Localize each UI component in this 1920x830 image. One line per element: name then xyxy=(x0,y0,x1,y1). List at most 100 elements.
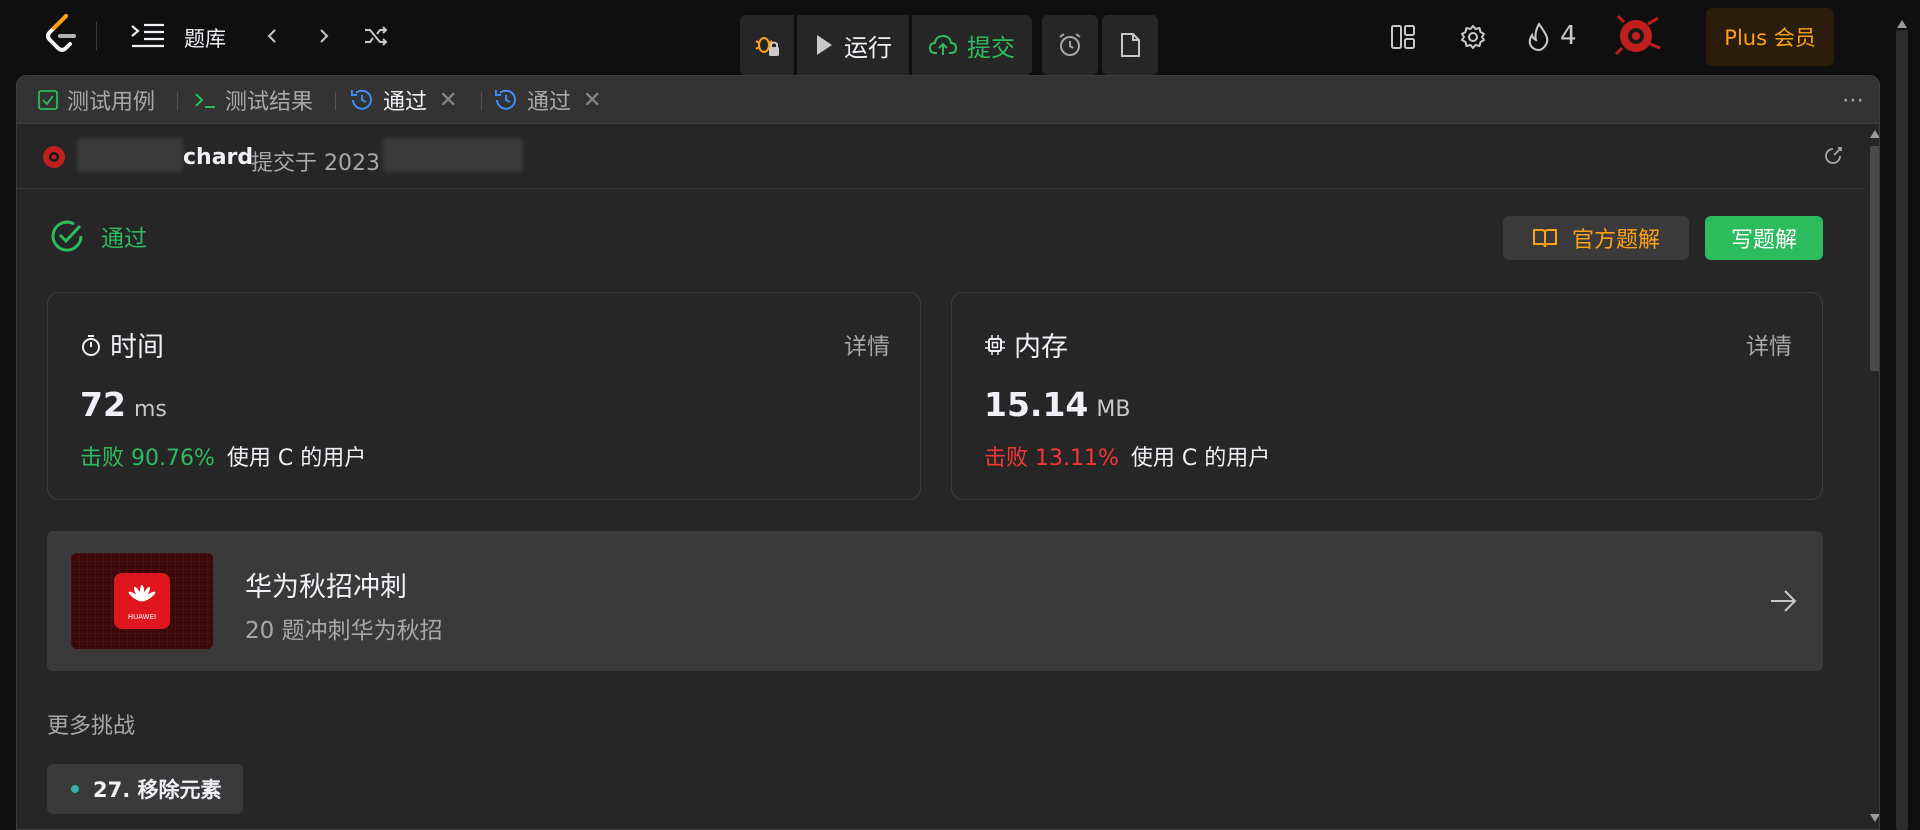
divider xyxy=(96,22,97,50)
write-solution-button[interactable]: 写题解 xyxy=(1705,216,1823,260)
checkbox-icon xyxy=(38,90,58,110)
stopwatch-icon xyxy=(82,334,100,356)
submitter-avatar xyxy=(43,146,65,168)
book-icon xyxy=(1532,229,1557,248)
arrow-right-icon[interactable] xyxy=(1767,585,1799,617)
settings-button[interactable] xyxy=(1456,20,1490,54)
tab-accepted-2-label: 通过 xyxy=(527,90,572,115)
scroll-up-icon[interactable] xyxy=(1897,20,1907,28)
chevron-left-icon xyxy=(267,29,276,43)
layout-icon xyxy=(1391,25,1415,49)
runtime-beats-scope: 使用 C 的用户 xyxy=(226,446,367,471)
runtime-card[interactable]: 时间 详情 72 ms 击败 90.76% 使用 C 的用户 xyxy=(47,292,921,500)
runtime-header: 时间 xyxy=(80,325,164,364)
study-plan-banner[interactable]: HUAWEI 华为秋招冲刺 20 题冲刺华为秋招 xyxy=(47,531,1823,671)
redacted-username xyxy=(77,138,183,172)
memory-number: 15.14 xyxy=(984,385,1089,424)
memory-card[interactable]: 内存 详情 15.14 MB 击败 13.11% 使用 C 的用户 xyxy=(951,292,1823,500)
banner-title: 华为秋招冲刺 xyxy=(245,572,407,603)
more-challenges-heading: 更多挑战 xyxy=(47,714,136,739)
memory-header: 内存 xyxy=(984,325,1068,364)
more-options-icon[interactable]: ⋯ xyxy=(1842,88,1865,113)
tab-accepted-2[interactable]: 通过 ✕ xyxy=(493,86,601,115)
memory-beats-percent: 击败 13.11% xyxy=(984,446,1119,471)
user-avatar[interactable] xyxy=(1614,14,1662,58)
prev-problem-button[interactable] xyxy=(258,22,286,50)
bug-lock-icon xyxy=(755,37,779,56)
redacted-timestamp xyxy=(383,138,523,172)
streak-count: 4 xyxy=(1560,21,1577,51)
tab-test-result[interactable]: 测试结果 xyxy=(193,86,314,115)
scroll-down-icon[interactable] xyxy=(1870,814,1879,822)
shuffle-icon xyxy=(365,26,388,46)
scroll-up-icon[interactable] xyxy=(1870,130,1879,138)
submit-button[interactable]: 提交 xyxy=(912,15,1032,75)
huawei-banner-image: HUAWEI xyxy=(71,553,213,649)
close-icon[interactable]: ✕ xyxy=(439,88,457,113)
runtime-number: 72 xyxy=(80,385,126,424)
leetcode-logo-icon[interactable] xyxy=(40,12,86,58)
huawei-logo-text: HUAWEI xyxy=(128,613,156,621)
memory-beats-scope: 使用 C 的用户 xyxy=(1130,446,1271,471)
history-icon xyxy=(495,89,516,110)
cloud-upload-icon xyxy=(929,34,957,55)
memory-unit: MB xyxy=(1096,397,1131,422)
memory-detail-link[interactable]: 详情 xyxy=(1746,327,1792,361)
tab-testcase-label: 测试用例 xyxy=(67,90,156,115)
runtime-value: 72 ms xyxy=(80,385,167,424)
status-text: 通过 xyxy=(101,226,147,252)
layout-button[interactable] xyxy=(1386,20,1420,54)
timer-button[interactable] xyxy=(1042,15,1098,75)
tab-divider xyxy=(335,92,336,110)
chip-icon xyxy=(985,334,1005,355)
memory-beats: 击败 13.11% 使用 C 的用户 xyxy=(984,440,1270,472)
run-button[interactable]: 运行 xyxy=(797,15,909,75)
scroll-thumb[interactable] xyxy=(1870,146,1879,371)
submitted-at-label: 提交于 2023 xyxy=(251,151,380,176)
memory-title: 内存 xyxy=(1014,332,1068,363)
runtime-beats: 击败 90.76% 使用 C 的用户 xyxy=(80,440,366,472)
page-scroll-thumb[interactable] xyxy=(1896,30,1908,830)
notes-button[interactable] xyxy=(1102,15,1158,75)
banner-subtitle: 20 题冲刺华为秋招 xyxy=(245,618,443,644)
random-problem-button[interactable] xyxy=(360,22,392,50)
problem-bank-label[interactable]: 题库 xyxy=(184,23,226,53)
play-icon xyxy=(817,35,832,55)
submission-header: chard 提交于 2023 xyxy=(17,124,1865,189)
tab-test-result-label: 测试结果 xyxy=(225,90,314,115)
problem-list-icon[interactable] xyxy=(130,22,166,50)
submit-label: 提交 xyxy=(967,33,1015,62)
submitter-name[interactable]: chard xyxy=(183,145,253,170)
debug-button[interactable] xyxy=(740,15,794,75)
history-icon xyxy=(351,89,372,110)
tab-accepted-1[interactable]: 通过 ✕ xyxy=(349,86,457,115)
flame-icon xyxy=(1528,22,1549,52)
streak-button[interactable] xyxy=(1522,20,1556,54)
close-icon[interactable]: ✕ xyxy=(583,88,601,113)
challenge-item[interactable]: 27. 移除元素 xyxy=(47,764,243,814)
run-label: 运行 xyxy=(844,33,892,62)
tab-divider xyxy=(177,92,178,110)
plus-membership-button[interactable]: Plus 会员 xyxy=(1706,8,1834,66)
terminal-icon xyxy=(195,93,215,108)
next-problem-button[interactable] xyxy=(310,22,338,50)
tab-bar: 测试用例 测试结果 通过 ✕ 通过 ✕ ⋯ xyxy=(17,76,1879,124)
panel-scrollbar[interactable] xyxy=(1868,124,1879,829)
runtime-beats-percent: 击败 90.76% xyxy=(80,446,215,471)
memory-value: 15.14 MB xyxy=(984,385,1130,424)
alarm-icon xyxy=(1059,33,1081,56)
check-circle-icon xyxy=(51,220,83,252)
tab-testcase[interactable]: 测试用例 xyxy=(37,86,156,115)
difficulty-dot-icon xyxy=(71,785,79,793)
runtime-detail-link[interactable]: 详情 xyxy=(844,327,890,361)
runtime-unit: ms xyxy=(133,397,167,422)
official-solution-label: 官方题解 xyxy=(1571,228,1660,253)
runtime-title: 时间 xyxy=(110,332,164,363)
gear-icon xyxy=(1461,25,1485,49)
page-scrollbar[interactable] xyxy=(1896,20,1908,830)
share-icon[interactable] xyxy=(1823,144,1845,166)
tab-divider xyxy=(481,92,482,110)
official-solution-button[interactable]: 官方题解 xyxy=(1503,216,1689,260)
run-controls: 运行 提交 xyxy=(740,15,1032,75)
status-badge: 通过 xyxy=(49,218,147,254)
